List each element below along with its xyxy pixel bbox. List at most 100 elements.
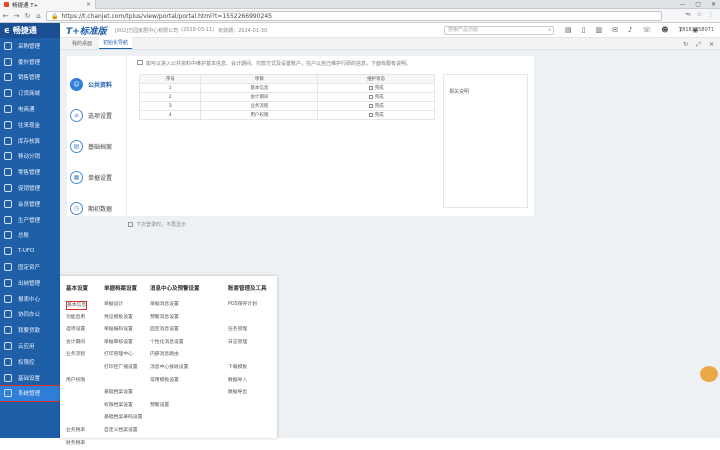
close-icon[interactable]: × [86,1,91,8]
sidebar-item[interactable]: 订货商城 [0,85,60,101]
tab-desktop[interactable]: 我的桌面 [68,38,96,49]
menu-item[interactable]: 打印控广播设置 [104,362,138,375]
sidebar-item[interactable]: 促销管理 [0,180,60,196]
star-icon[interactable]: ☆ [697,11,702,18]
bell-icon[interactable]: ♪ [628,26,632,34]
menu-item[interactable]: 凭证模板设置 [104,312,133,325]
search-input[interactable]: 搜索产品功能 ⌕ [444,26,554,35]
menu-item[interactable]: 自定义档案设置 [104,425,138,438]
menu-item[interactable]: 内部消息路由 [150,349,179,362]
menu-item[interactable]: 财务税率 [66,438,85,450]
sidebar-item[interactable]: 固定资产 [0,259,60,275]
calendar-icon[interactable]: ▤ [565,26,572,34]
menu-item[interactable]: 预警消息设置 [150,312,179,325]
menu-item[interactable]: 数据导入 [228,375,247,388]
cell-item[interactable]: 基本信息 [200,83,319,93]
user-account[interactable]: 18181258071 [679,27,714,33]
doc-icon[interactable]: ▯ [582,26,586,34]
translate-icon[interactable]: ⇋ [686,11,691,18]
sidebar-item[interactable]: 基础设置 [0,370,60,386]
browser-tab[interactable]: 畅捷通 T+ × [0,0,96,9]
menu-item[interactable]: 权限档案设置 [104,400,133,413]
refresh-icon[interactable]: ↻ [683,41,688,49]
menu-item[interactable]: POS保存计划 [228,299,257,312]
table-row[interactable]: 3 业务流程 完成 [138,101,435,111]
reload-icon[interactable]: ↻ [22,12,33,20]
menu-item[interactable]: 打印管理中心 [104,349,133,362]
menu-item[interactable]: 单据设计 [104,299,123,312]
monkey-icon[interactable]: ☻ [661,26,668,34]
checkbox[interactable] [368,103,373,108]
menu-item[interactable]: 消息中心接收设置 [150,362,188,375]
menu-item[interactable]: 会计期间 [66,337,85,350]
checkbox[interactable] [368,85,373,90]
sidebar-item[interactable]: T-UFO [0,243,60,259]
menu-item[interactable]: 常用模板设置 [150,375,179,388]
search-icon[interactable]: ⌕ [548,27,551,34]
sidebar-item[interactable]: 协同办公 [0,307,60,323]
menu-item[interactable]: 单据审核设置 [104,337,133,350]
sidebar-item[interactable]: 系统管理 [0,384,61,403]
sidebar-item[interactable]: 生产管理 [0,212,60,228]
menu-item[interactable]: 日志管理 [228,337,247,350]
table-row[interactable]: 1 基本信息 完成 [138,83,435,93]
sidebar-item[interactable]: 会员管理 [0,196,60,212]
menu-item[interactable]: 个性化消息设置 [150,337,184,350]
menu-item[interactable]: 任务管理 [228,324,247,337]
nav-opening-data[interactable]: ◷ 期初数据 [70,194,126,222]
home-icon[interactable]: ⌂ [33,12,44,20]
nav-public-data[interactable]: ☺ 公共资料 [70,70,126,98]
phone-icon[interactable]: ☏ [642,26,651,34]
menu-item[interactable]: 业务流程 [66,349,85,362]
menu-item[interactable]: 基础档案录码设置 [104,412,142,425]
menu-item[interactable]: 单据编码设置 [104,324,133,337]
menu-item[interactable]: 预警设置 [150,400,169,413]
menu-item[interactable]: 选项设置 [66,324,85,337]
sidebar-item[interactable]: 销售管理 [0,70,60,86]
maximize-icon[interactable]: ▢ [695,0,701,9]
sidebar-item[interactable]: 我要贷款 [0,322,60,338]
menu-item[interactable]: 用户权限 [66,375,85,388]
minimize-icon[interactable]: — [679,0,685,9]
menu-item[interactable]: 业务税率 [66,425,85,438]
cell-item[interactable]: 业务流程 [200,101,319,111]
tab-init-nav[interactable]: 初始化导航 [99,37,133,49]
nav-options[interactable]: ≡ 选项设置 [70,101,126,129]
table-row[interactable]: 2 会计期间 完成 [138,92,435,102]
menu-item[interactable]: 基本信息 [66,300,88,310]
close-tab-icon[interactable]: ✕ [709,41,714,49]
back-icon[interactable]: ← [0,12,11,20]
menu-item[interactable]: 下载模板 [228,362,247,375]
mascot-icon[interactable] [700,366,718,382]
url-input[interactable]: 🔒 https://t.chanjet.com/tplus/view/porta… [46,11,662,21]
sidebar-item[interactable]: 采购管理 [0,38,60,54]
close-window-icon[interactable]: ✕ [711,0,716,9]
forward-icon[interactable]: → [11,12,22,20]
nav-archives[interactable]: ▤ 基础档案 [70,132,126,160]
sidebar-item[interactable]: 委外管理 [0,54,60,70]
expand-icon[interactable]: ⤢ [696,41,701,49]
table-row[interactable]: 4 用户权限 完成 [138,110,435,120]
sidebar-item[interactable]: 报表中心 [0,291,60,307]
sidebar-item[interactable]: 权限控 [0,354,60,370]
dont-show-checkbox[interactable] [128,222,133,227]
menu-item[interactable]: 数据导出 [228,387,247,400]
menu-item[interactable]: 固定消息设置 [150,324,179,337]
sidebar-item[interactable]: 出纳管理 [0,275,60,291]
sidebar-item[interactable]: 零售管理 [0,164,60,180]
cell-item[interactable]: 会计期间 [200,92,319,102]
sidebar-item[interactable]: 移动分销 [0,149,60,165]
sidebar-item[interactable]: 电商通 [0,101,60,117]
menu-item[interactable]: 功能启用 [66,312,85,325]
sidebar-item[interactable]: 云应用 [0,338,60,354]
menu-item[interactable]: 基础档案设置 [104,387,133,400]
company-name[interactable]: [002]万园家居中心有限公司 [115,27,178,34]
chart-icon[interactable]: ▥ [595,26,602,34]
message-icon[interactable]: ✉ [612,26,618,34]
sidebar-item[interactable]: 库存核算 [0,133,60,149]
sidebar-item[interactable]: 总账 [0,228,60,244]
sidebar-item[interactable]: 往来现金 [0,117,60,133]
menu-item[interactable]: 单据消息设置 [150,299,179,312]
checkbox[interactable] [368,112,373,117]
cell-item[interactable]: 用户权限 [200,110,319,120]
